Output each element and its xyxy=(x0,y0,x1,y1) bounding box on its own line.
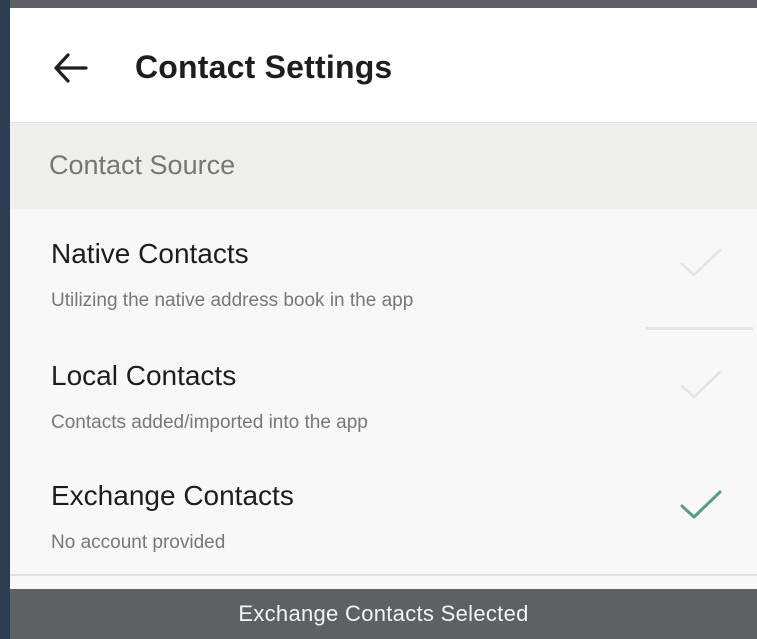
checkmark-icon xyxy=(680,370,722,399)
section-header: Contact Source xyxy=(10,123,757,209)
app-bar: Contact Settings xyxy=(10,8,757,123)
page-title: Contact Settings xyxy=(135,49,393,85)
back-button[interactable] xyxy=(50,48,90,88)
checkmark-icon xyxy=(680,248,722,277)
source-item-native-contacts[interactable]: Native Contacts Utilizing the native add… xyxy=(10,210,757,332)
arrow-left-icon xyxy=(54,53,88,83)
source-item-title: Native Contacts xyxy=(51,238,249,269)
list-bottom-divider xyxy=(10,574,757,576)
source-item-subtitle: Contacts added/imported into the app xyxy=(51,412,368,433)
source-item-exchange-contacts[interactable]: Exchange Contacts No account provided xyxy=(10,452,757,574)
row-divider xyxy=(646,327,753,330)
source-item-local-contacts[interactable]: Local Contacts Contacts added/imported i… xyxy=(10,332,757,454)
top-border xyxy=(0,0,757,8)
source-item-subtitle: Utilizing the native address book in the… xyxy=(51,290,414,311)
contact-settings-screen: Contact Settings Contact Source Native C… xyxy=(10,8,757,588)
caption-bar: Exchange Contacts Selected xyxy=(10,589,757,639)
section-title: Contact Source xyxy=(49,150,236,180)
screenshot-frame: Contact Settings Contact Source Native C… xyxy=(0,0,757,639)
source-item-title: Exchange Contacts xyxy=(51,480,294,511)
source-item-subtitle: No account provided xyxy=(51,532,226,553)
source-item-title: Local Contacts xyxy=(51,360,237,391)
caption-text: Exchange Contacts Selected xyxy=(238,601,529,626)
left-accent-border xyxy=(0,0,10,639)
checkmark-icon xyxy=(680,490,722,519)
